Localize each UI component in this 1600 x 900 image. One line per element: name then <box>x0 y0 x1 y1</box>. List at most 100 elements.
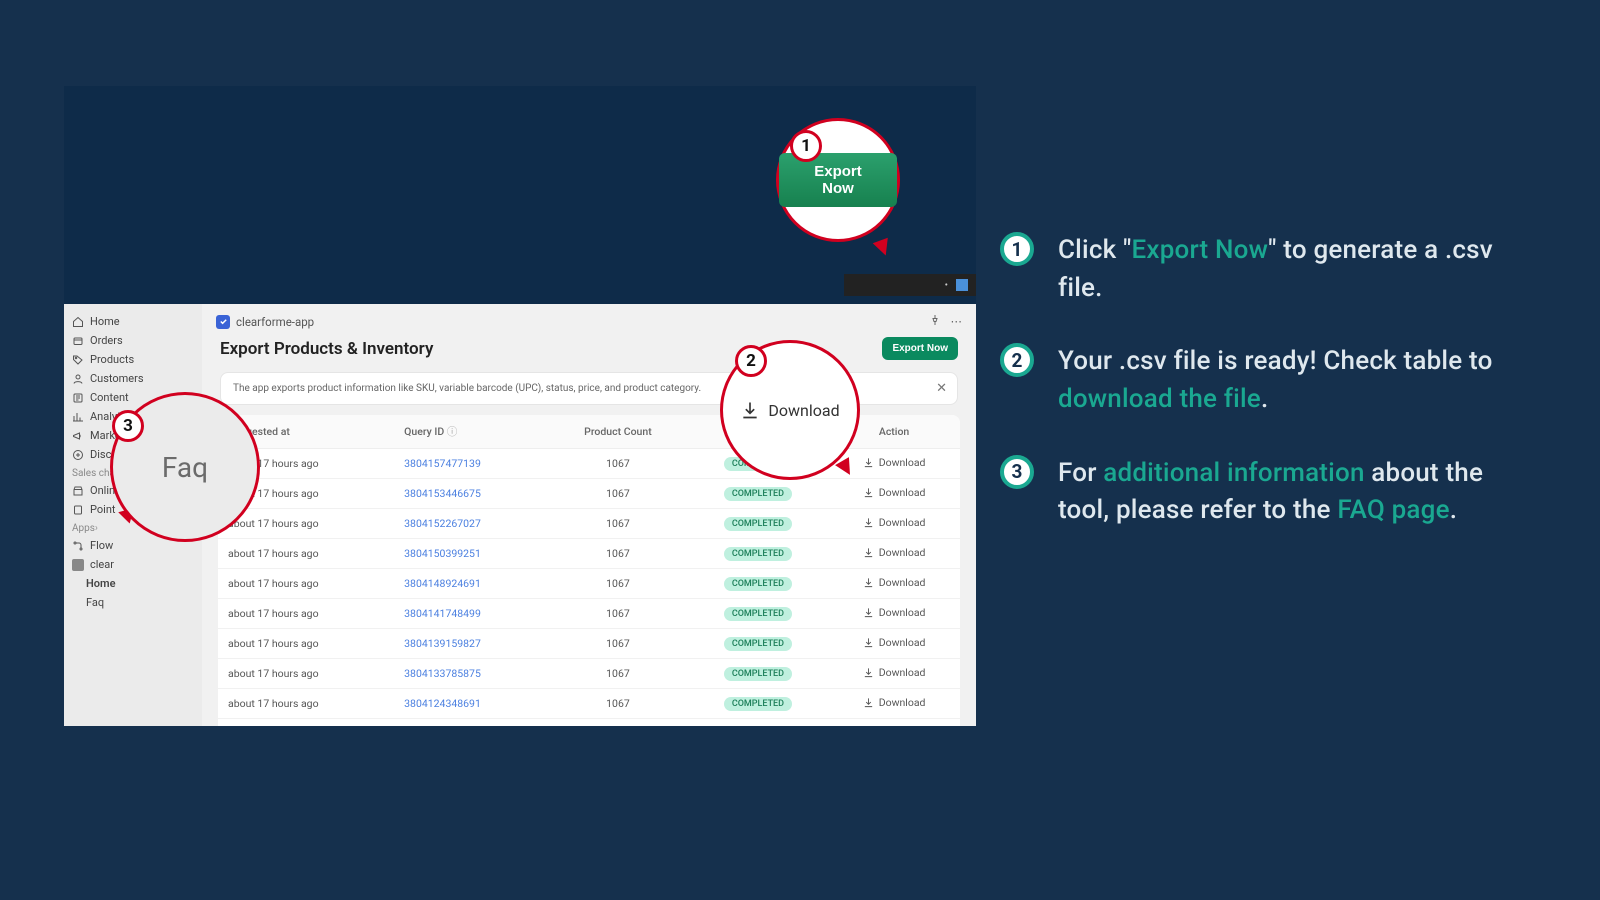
table-row: about 17 hours ago 3804152267027 1067 CO… <box>218 509 960 539</box>
pin-icon[interactable] <box>929 314 941 329</box>
instruction-step: 2 Your .csv file is ready! Check table t… <box>1000 343 1540 418</box>
cell-count: 1067 <box>548 719 688 727</box>
download-link[interactable]: Download <box>863 486 926 499</box>
download-icon <box>863 577 874 588</box>
step-number-badge: 3 <box>1000 455 1034 489</box>
app-title-bar: clearforme-app ⋯ <box>202 304 976 335</box>
cell-requested: 3 days ago <box>218 719 394 727</box>
download-link[interactable]: Download <box>863 636 926 649</box>
cell-count: 1067 <box>548 539 688 569</box>
query-id-link[interactable]: 3804124348691 <box>404 697 481 710</box>
app-title-text: clearforme-app <box>236 315 314 329</box>
callout-number-1: 1 <box>790 130 822 162</box>
status-badge: COMPLETED <box>724 487 792 501</box>
table-row: about 17 hours ago 3804150399251 1067 CO… <box>218 539 960 569</box>
query-id-link[interactable]: 3804150399251 <box>404 547 481 560</box>
step-number-badge: 1 <box>1000 232 1034 266</box>
info-icon[interactable]: ⓘ <box>447 425 458 438</box>
table-row: about 17 hours ago 3804148924691 1067 CO… <box>218 569 960 599</box>
sidebar-item-orders[interactable]: Orders <box>64 331 202 350</box>
download-link[interactable]: Download <box>863 546 926 559</box>
export-now-button-callout[interactable]: Export Now <box>779 153 897 207</box>
cell-count: 1067 <box>548 629 688 659</box>
faq-callout-text: Faq <box>162 451 208 484</box>
sidebar-item-customers[interactable]: Customers <box>64 369 202 388</box>
orders-icon <box>72 335 84 347</box>
download-link[interactable]: Download <box>863 696 926 709</box>
cell-requested: about 17 hours ago <box>218 569 394 599</box>
point-icon <box>72 504 84 516</box>
table-row: about 17 hours ago 3804133785875 1067 CO… <box>218 659 960 689</box>
download-icon <box>863 667 874 678</box>
app-icon <box>72 559 84 571</box>
export-now-button[interactable]: Export Now <box>882 337 958 360</box>
user-icon <box>72 373 84 385</box>
download-icon <box>863 457 874 468</box>
download-icon <box>863 547 874 558</box>
step-text: Your .csv file is ready! Check table to … <box>1058 343 1540 418</box>
query-id-link[interactable]: 3804152267027 <box>404 517 481 530</box>
query-id-link[interactable]: 3804133785875 <box>404 667 481 680</box>
col-count: Product Count <box>548 415 688 449</box>
download-link[interactable]: Download <box>863 516 926 529</box>
status-badge: COMPLETED <box>724 667 792 681</box>
sidebar-subitem-faq[interactable]: Faq <box>64 593 202 612</box>
admin-main: clearforme-app ⋯ Export Products & Inven… <box>202 304 976 726</box>
content-icon <box>72 392 84 404</box>
table-row: about 17 hours ago 3804141748499 1067 CO… <box>218 599 960 629</box>
cell-requested: about 17 hours ago <box>218 539 394 569</box>
query-id-link[interactable]: 3804139159827 <box>404 637 481 650</box>
download-link[interactable]: Download <box>863 576 926 589</box>
table-row: about 17 hours ago 3804139159827 1067 CO… <box>218 629 960 659</box>
cell-count: 1067 <box>548 449 688 479</box>
download-link[interactable]: Download <box>863 456 926 469</box>
sidebar-item-products[interactable]: Products <box>64 350 202 369</box>
cell-count: 1067 <box>548 659 688 689</box>
instructions-panel: 1 Click "Export Now" to generate a .csv … <box>1000 232 1540 566</box>
chart-icon <box>72 411 84 423</box>
cell-requested: about 17 hours ago <box>218 659 394 689</box>
instruction-step: 1 Click "Export Now" to generate a .csv … <box>1000 232 1540 307</box>
cell-count: 1067 <box>548 479 688 509</box>
status-badge: COMPLETED <box>724 607 792 621</box>
step-text: Click "Export Now" to generate a .csv fi… <box>1058 232 1540 307</box>
download-icon <box>863 607 874 618</box>
sidebar-item-home[interactable]: Home <box>64 312 202 331</box>
browser-urlbar: • <box>844 274 976 296</box>
cell-requested: about 17 hours ago <box>218 689 394 719</box>
download-link[interactable]: Download <box>863 606 926 619</box>
app-logo-icon <box>216 315 230 329</box>
table-row: about 17 hours ago 3804153446675 1067 CO… <box>218 479 960 509</box>
sidebar-item-clearforme[interactable]: clear <box>64 555 202 574</box>
query-id-link[interactable]: 3804157477139 <box>404 457 481 470</box>
download-icon <box>863 637 874 648</box>
cell-requested: about 17 hours ago <box>218 599 394 629</box>
query-id-link[interactable]: 3804153446675 <box>404 487 481 500</box>
query-id-link[interactable]: 3804148924691 <box>404 577 481 590</box>
disc-icon <box>72 449 84 461</box>
callout-number-3: 3 <box>112 410 144 442</box>
download-icon <box>863 487 874 498</box>
cell-requested: about 17 hours ago <box>218 509 394 539</box>
window-control-icon <box>956 279 968 291</box>
info-banner-text: The app exports product information like… <box>233 383 701 394</box>
horn-icon <box>72 430 84 442</box>
download-link[interactable]: Download <box>863 666 926 679</box>
store-icon <box>72 485 84 497</box>
cell-requested: about 17 hours ago <box>218 629 394 659</box>
query-id-link[interactable]: 3804141748499 <box>404 607 481 620</box>
status-badge: COMPLETED <box>724 637 792 651</box>
cell-count: 1067 <box>548 569 688 599</box>
status-badge: COMPLETED <box>724 547 792 561</box>
download-icon <box>863 517 874 528</box>
status-badge: COMPLETED <box>724 697 792 711</box>
more-icon[interactable]: ⋯ <box>951 314 963 329</box>
cell-count: 1067 <box>548 599 688 629</box>
step-text: For additional information about the too… <box>1058 455 1540 530</box>
close-icon[interactable]: ✕ <box>936 381 947 396</box>
download-icon <box>740 400 760 420</box>
download-link-callout[interactable]: Download <box>740 400 839 420</box>
col-query: Query ID ⓘ <box>394 415 548 449</box>
sidebar-subitem-home[interactable]: Home <box>64 574 202 593</box>
table-row: 3 days ago 3797194047763 1067 FAILED Dow… <box>218 719 960 727</box>
